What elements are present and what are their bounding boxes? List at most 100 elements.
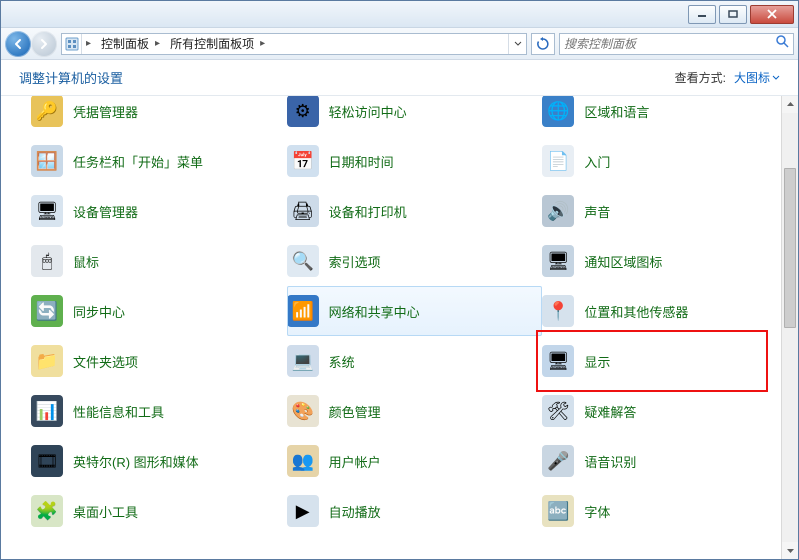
view-mode-label: 查看方式: — [675, 69, 726, 86]
item-label: 自动播放 — [329, 502, 381, 521]
taskbar-icon: 🪟 — [31, 145, 63, 177]
control-panel-item[interactable]: 🖥 通知区域图标 — [542, 236, 798, 286]
indexing-icon: 🔍 — [287, 245, 319, 277]
credential-icon: 🔑 — [31, 96, 63, 127]
control-panel-item[interactable]: 🖥显示 — [542, 336, 798, 386]
mouse-icon: 🖱 — [31, 245, 63, 277]
sync-icon: 🔄 — [31, 295, 63, 327]
breadcrumb-root-arrow[interactable]: ▸ — [82, 38, 95, 49]
item-label: 索引选项 — [329, 252, 381, 271]
perf-icon: 📊 — [31, 395, 63, 427]
sensors-icon: 📍 — [542, 295, 574, 327]
item-label: 设备和打印机 — [329, 202, 407, 221]
scroll-track[interactable] — [782, 113, 798, 542]
control-panel-item[interactable]: 🌐区域和语言 — [542, 96, 798, 136]
control-panel-item[interactable]: 🔄 同步中心 — [31, 286, 287, 336]
getting-icon: 📄 — [542, 145, 574, 177]
control-panel-item[interactable]: 🧩桌面小工具 — [31, 486, 287, 536]
troubleshoot-icon: 🛠 — [542, 395, 574, 427]
color-icon: 🎨 — [287, 395, 319, 427]
control-panel-item[interactable]: 📅 日期和时间 — [287, 136, 543, 186]
control-panel-item[interactable]: 🖱 鼠标 — [31, 236, 287, 286]
folder-icon: 📁 — [31, 345, 63, 377]
control-panel-item[interactable]: 🔤 字体 — [542, 486, 798, 536]
page-header: 调整计算机的设置 查看方式: 大图标 — [1, 60, 798, 96]
back-button[interactable] — [5, 31, 31, 57]
control-panel-item[interactable]: 👥用户帐户 — [287, 436, 543, 486]
search-input[interactable] — [564, 37, 775, 51]
control-panel-item[interactable]: 🎞 英特尔(R) 图形和媒体 — [31, 436, 287, 486]
devices-icon: 🖨 — [287, 195, 319, 227]
scroll-up-button[interactable] — [782, 96, 798, 113]
item-label: 设备管理器 — [73, 202, 138, 221]
search-icon[interactable] — [775, 34, 789, 53]
intel-icon: 🎞 — [31, 445, 63, 477]
breadcrumb-item[interactable]: 所有控制面板项 — [164, 35, 256, 52]
item-label: 轻松访问中心 — [329, 102, 407, 121]
item-label: 通知区域图标 — [584, 252, 662, 271]
control-panel-item[interactable]: 🔍 索引选项 — [287, 236, 543, 286]
item-label: 声音 — [584, 202, 610, 221]
address-dropdown[interactable] — [508, 34, 526, 54]
control-panel-item[interactable]: 🛠疑难解答 — [542, 386, 798, 436]
control-panel-item[interactable]: 📶 网络和共享中心 — [287, 286, 543, 336]
control-panel-item[interactable]: 🔊 声音 — [542, 186, 798, 236]
breadcrumb-item[interactable]: 控制面板 — [95, 35, 151, 52]
item-label: 桌面小工具 — [73, 502, 138, 521]
minimize-button[interactable] — [688, 5, 716, 24]
scroll-down-button[interactable] — [782, 542, 798, 559]
control-panel-item[interactable]: 📄入门 — [542, 136, 798, 186]
item-label: 位置和其他传感器 — [584, 302, 688, 321]
item-label: 同步中心 — [73, 302, 125, 321]
breadcrumb-arrow[interactable]: ▸ — [256, 38, 269, 49]
item-label: 语音识别 — [584, 452, 636, 471]
control-panel-item[interactable]: 🔑 凭据管理器 — [31, 96, 287, 136]
control-panel-item[interactable]: 📍 位置和其他传感器 — [542, 286, 798, 336]
control-panel-item[interactable]: 🎨颜色管理 — [287, 386, 543, 436]
item-label: 网络和共享中心 — [329, 302, 420, 321]
close-button[interactable] — [750, 5, 794, 24]
device_mgr-icon: 🖥 — [31, 195, 63, 227]
control-panel-icon — [62, 34, 82, 54]
item-label: 文件夹选项 — [73, 352, 138, 371]
control-panel-item[interactable]: 💻 系统 — [287, 336, 543, 386]
autoplay-icon: ▶ — [287, 495, 319, 527]
datetime-icon: 📅 — [287, 145, 319, 177]
item-label: 显示 — [584, 352, 610, 371]
control-panel-item[interactable]: 🖨 设备和打印机 — [287, 186, 543, 236]
title-bar — [1, 1, 798, 28]
control-panel-item[interactable]: 📁 文件夹选项 — [31, 336, 287, 386]
control-panel-item[interactable]: 🪟 任务栏和「开始」菜单 — [31, 136, 287, 186]
control-panel-item[interactable]: 📊 性能信息和工具 — [31, 386, 287, 436]
ease-icon: ⚙ — [287, 96, 319, 127]
users-icon: 👥 — [287, 445, 319, 477]
control-panel-item[interactable]: ▶ 自动播放 — [287, 486, 543, 536]
view-mode-select[interactable]: 大图标 — [734, 69, 780, 86]
control-panel-item[interactable]: 🖥 设备管理器 — [31, 186, 287, 236]
fonts-icon: 🔤 — [542, 495, 574, 527]
address-bar[interactable]: ▸ 控制面板 ▸ 所有控制面板项 ▸ — [61, 33, 527, 55]
refresh-button[interactable] — [531, 33, 555, 55]
item-label: 鼠标 — [73, 252, 99, 271]
control-panel-item[interactable]: ⚙ 轻松访问中心 — [287, 96, 543, 136]
item-label: 任务栏和「开始」菜单 — [73, 152, 203, 171]
item-label: 字体 — [584, 502, 610, 521]
network-icon: 📶 — [287, 295, 319, 327]
maximize-button[interactable] — [719, 5, 747, 24]
scroll-thumb[interactable] — [784, 168, 796, 328]
item-label: 日期和时间 — [329, 152, 394, 171]
item-label: 性能信息和工具 — [73, 402, 164, 421]
item-label: 英特尔(R) 图形和媒体 — [73, 452, 199, 471]
search-box[interactable] — [559, 33, 794, 55]
vertical-scrollbar[interactable] — [781, 96, 798, 559]
content-area: 🔑 凭据管理器 ⚙ 轻松访问中心 🌐区域和语言 🪟 任务栏和「开始」菜单 📅 日期和时间 📄入门 🖥… — [1, 96, 798, 559]
item-label: 凭据管理器 — [73, 102, 138, 121]
notification-icon: 🖥 — [542, 245, 574, 277]
control-panel-item[interactable]: 🎤语音识别 — [542, 436, 798, 486]
region-icon: 🌐 — [542, 96, 574, 127]
breadcrumb-arrow[interactable]: ▸ — [151, 38, 164, 49]
sound-icon: 🔊 — [542, 195, 574, 227]
system-icon: 💻 — [287, 345, 319, 377]
item-label: 系统 — [329, 352, 355, 371]
forward-button[interactable] — [31, 31, 57, 57]
